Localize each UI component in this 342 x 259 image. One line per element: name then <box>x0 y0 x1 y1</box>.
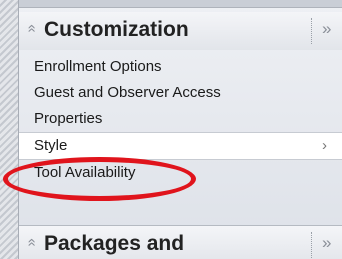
menu-item-style[interactable]: Style › <box>19 132 342 160</box>
chevron-double-up-icon[interactable]: » <box>23 24 40 32</box>
section-header-customization[interactable]: » Customization » <box>19 12 342 50</box>
menu-item-guest-observer-access[interactable]: Guest and Observer Access <box>19 80 342 106</box>
section-title-packages: Packages and <box>44 232 185 255</box>
menu-item-label: Guest and Observer Access <box>34 84 221 101</box>
menu-item-label: Style <box>34 137 68 154</box>
header-divider <box>311 232 312 258</box>
menu-item-label: Properties <box>34 110 103 127</box>
section-title-customization: Customization <box>44 18 189 41</box>
header-divider <box>311 18 312 44</box>
control-panel: » Customization » Enrollment Options Gue… <box>19 0 342 259</box>
menu-item-properties[interactable]: Properties <box>19 106 342 132</box>
top-divider-strip <box>19 0 342 8</box>
menu-item-tool-availability[interactable]: Tool Availability <box>19 160 342 186</box>
hatched-edge <box>0 0 19 259</box>
course-menu-screen: » Customization » Enrollment Options Gue… <box>0 0 342 259</box>
chevron-double-right-icon[interactable]: » <box>322 234 331 251</box>
menu-item-enrollment-options[interactable]: Enrollment Options <box>19 54 342 80</box>
chevron-double-up-icon[interactable]: » <box>23 238 40 246</box>
customization-menu: Enrollment Options Guest and Observer Ac… <box>19 54 342 186</box>
section-header-packages[interactable]: » Packages and » <box>19 225 342 259</box>
chevron-right-icon: › <box>322 137 327 154</box>
chevron-double-right-icon[interactable]: » <box>322 20 331 37</box>
menu-item-label: Tool Availability <box>34 164 136 181</box>
menu-item-label: Enrollment Options <box>34 58 162 75</box>
